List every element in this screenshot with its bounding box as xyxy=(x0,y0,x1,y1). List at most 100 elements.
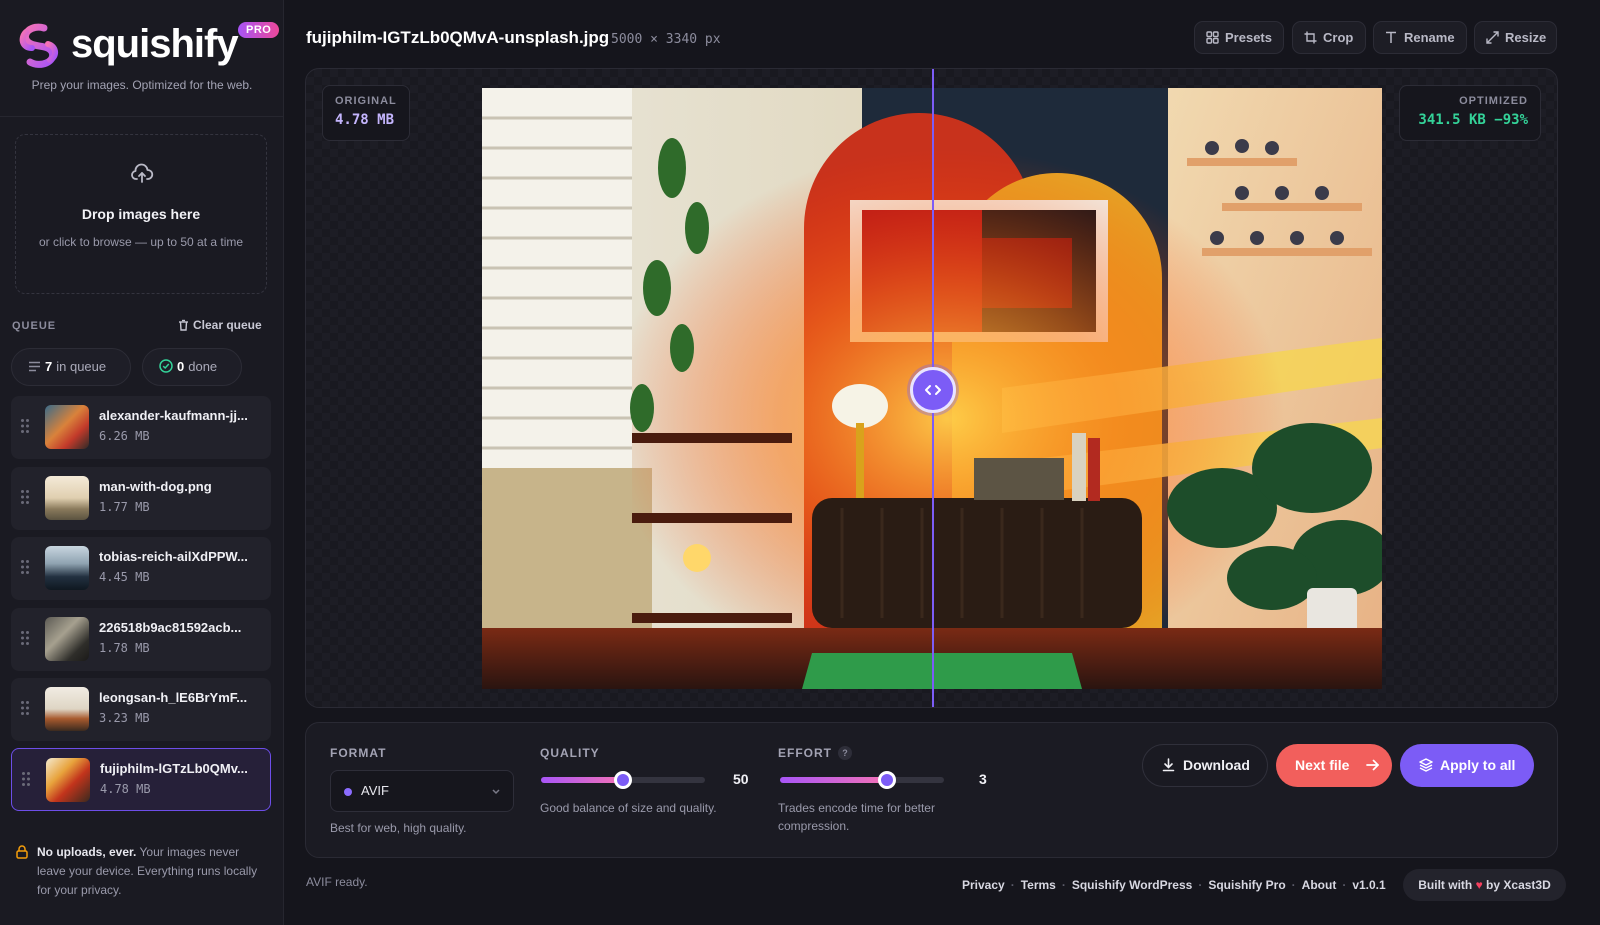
drag-handle-icon[interactable] xyxy=(21,771,31,787)
lock-icon xyxy=(16,845,28,859)
quality-value: 50 xyxy=(733,771,749,787)
effort-hint: Trades encode time for better compressio… xyxy=(778,801,935,833)
queue-thumbnail xyxy=(46,758,90,802)
presets-label: Presets xyxy=(1225,30,1272,45)
chevrons-horizontal-icon xyxy=(925,385,941,395)
rename-label: Rename xyxy=(1404,30,1455,45)
drag-handle-icon[interactable] xyxy=(20,418,30,434)
upload-cloud-icon xyxy=(131,163,154,183)
queue-item-name: 226518b9ac81592acb... xyxy=(99,620,242,635)
footer-separator: · xyxy=(1061,878,1066,892)
heart-icon: ♥ xyxy=(1475,878,1483,892)
privacy-bold: No uploads, ever. xyxy=(37,845,137,859)
drag-handle-icon[interactable] xyxy=(20,700,30,716)
queue-item[interactable]: man-with-dog.png 1.77 MB xyxy=(11,467,271,530)
built-with-badge[interactable]: Built with ♥ by Xcast3D xyxy=(1403,869,1566,901)
resize-label: Resize xyxy=(1505,30,1547,45)
privacy-note: No uploads, ever. Your images never leav… xyxy=(16,843,266,900)
footer-link-wordpress[interactable]: Squishify WordPress xyxy=(1072,878,1192,892)
quality-label: QUALITY xyxy=(540,746,600,760)
sidebar: squishify PRO Prep your images. Optimize… xyxy=(0,0,284,925)
next-file-button[interactable]: Next file xyxy=(1276,744,1392,787)
built-suffix: by Xcast3D xyxy=(1486,878,1551,892)
apply-to-all-button[interactable]: Apply to all xyxy=(1400,744,1534,787)
crop-button[interactable]: Crop xyxy=(1292,21,1366,54)
queue-item-size: 6.26 MB xyxy=(99,429,150,443)
brand-name: squishify xyxy=(71,22,239,66)
apply-to-all-label: Apply to all xyxy=(1440,757,1516,773)
queue-item[interactable]: 226518b9ac81592acb... 1.78 MB xyxy=(11,608,271,671)
next-file-label: Next file xyxy=(1295,757,1350,773)
queue-item-size: 1.78 MB xyxy=(99,641,150,655)
queue-item-name: man-with-dog.png xyxy=(99,479,212,494)
queue-item[interactable]: leongsan-h_lE6BrYmF... 3.23 MB xyxy=(11,678,271,741)
drag-handle-icon[interactable] xyxy=(20,630,30,646)
queue-item-active[interactable]: fujiphilm-lGTzLb0QMv... 4.78 MB xyxy=(11,748,271,811)
rename-button[interactable]: Rename xyxy=(1373,21,1467,54)
grid-icon xyxy=(1206,31,1219,44)
logo-mark-icon xyxy=(19,23,58,68)
quality-slider-knob[interactable] xyxy=(614,771,632,789)
controls-panel: FORMAT AVIF Best for web, high quality. … xyxy=(305,722,1558,858)
help-icon[interactable]: ? xyxy=(838,746,852,760)
quality-slider[interactable] xyxy=(541,771,705,789)
footer-separator: · xyxy=(1198,878,1203,892)
footer-separator: · xyxy=(1342,878,1347,892)
queue-item-name: alexander-kaufmann-jj... xyxy=(99,408,248,423)
dropzone[interactable]: Drop images here or click to browse — up… xyxy=(15,134,267,294)
queue-thumbnail xyxy=(45,405,89,449)
effort-slider[interactable] xyxy=(780,771,944,789)
crop-icon xyxy=(1304,31,1317,44)
in-queue-label: in queue xyxy=(56,359,107,374)
resize-button[interactable]: Resize xyxy=(1474,21,1557,54)
image-preview[interactable]: ORIGINAL 4.78 MB OPTIMIZED 341.5 KB −93% xyxy=(305,68,1558,708)
drag-handle-icon[interactable] xyxy=(20,489,30,505)
queue-item-name: leongsan-h_lE6BrYmF... xyxy=(99,690,248,705)
presets-button[interactable]: Presets xyxy=(1194,21,1284,54)
footer-link-privacy[interactable]: Privacy xyxy=(962,878,1005,892)
brand-tagline: Prep your images. Optimized for the web. xyxy=(31,78,253,92)
format-select[interactable]: AVIF xyxy=(330,770,514,812)
file-title: fujiphilm-IGTzLb0QMvA-unsplash.jpg xyxy=(306,28,610,47)
compare-handle[interactable] xyxy=(910,367,956,413)
chevron-down-icon xyxy=(492,789,500,795)
version-label: v1.0.1 xyxy=(1352,878,1386,892)
arrow-right-icon xyxy=(1366,759,1379,771)
queue-label: QUEUE xyxy=(12,320,57,332)
footer-link-about[interactable]: About xyxy=(1302,878,1337,892)
clear-queue-button[interactable]: Clear queue xyxy=(178,318,262,332)
footer-link-terms[interactable]: Terms xyxy=(1021,878,1056,892)
queue-item[interactable]: alexander-kaufmann-jj... 6.26 MB xyxy=(11,396,271,459)
optimized-size-badge: OPTIMIZED 341.5 KB −93% xyxy=(1399,85,1541,141)
original-label: ORIGINAL xyxy=(335,95,397,107)
file-dimensions: 5000 × 3340 px xyxy=(611,32,721,47)
download-button[interactable]: Download xyxy=(1142,744,1268,787)
footer-links: Privacy · Terms · Squishify WordPress · Squish… xyxy=(962,878,1386,892)
footer-separator: · xyxy=(1010,878,1015,892)
queue-item-size: 3.23 MB xyxy=(99,711,150,725)
drag-handle-icon[interactable] xyxy=(20,559,30,575)
download-label: Download xyxy=(1183,757,1250,773)
footer-separator: · xyxy=(1291,878,1296,892)
queue-item-size: 4.45 MB xyxy=(99,570,150,584)
queue-thumbnail xyxy=(45,476,89,520)
done-count: 0 xyxy=(177,359,185,374)
footer-link-pro[interactable]: Squishify Pro xyxy=(1208,878,1285,892)
resize-icon xyxy=(1486,31,1499,44)
quality-slider-fill xyxy=(541,777,623,783)
original-size: 4.78 MB xyxy=(335,112,395,128)
effort-slider-knob[interactable] xyxy=(877,771,896,789)
crop-label: Crop xyxy=(1323,30,1354,45)
queue-item-name: tobias-reich-ailXdPPW... xyxy=(99,549,248,564)
status-text: AVIF ready. xyxy=(306,875,368,889)
in-queue-count: 7 xyxy=(45,359,53,374)
queue-item-size: 4.78 MB xyxy=(100,782,151,796)
list-icon xyxy=(29,361,40,372)
optimized-label: OPTIMIZED xyxy=(1459,95,1528,107)
queue-item[interactable]: tobias-reich-ailXdPPW... 4.45 MB xyxy=(11,537,271,600)
effort-label: EFFORT? xyxy=(778,746,852,760)
pro-badge: PRO xyxy=(238,22,280,38)
format-dot-icon xyxy=(344,788,352,796)
done-pill: 0 done xyxy=(142,348,242,386)
check-circle-icon xyxy=(159,359,173,373)
